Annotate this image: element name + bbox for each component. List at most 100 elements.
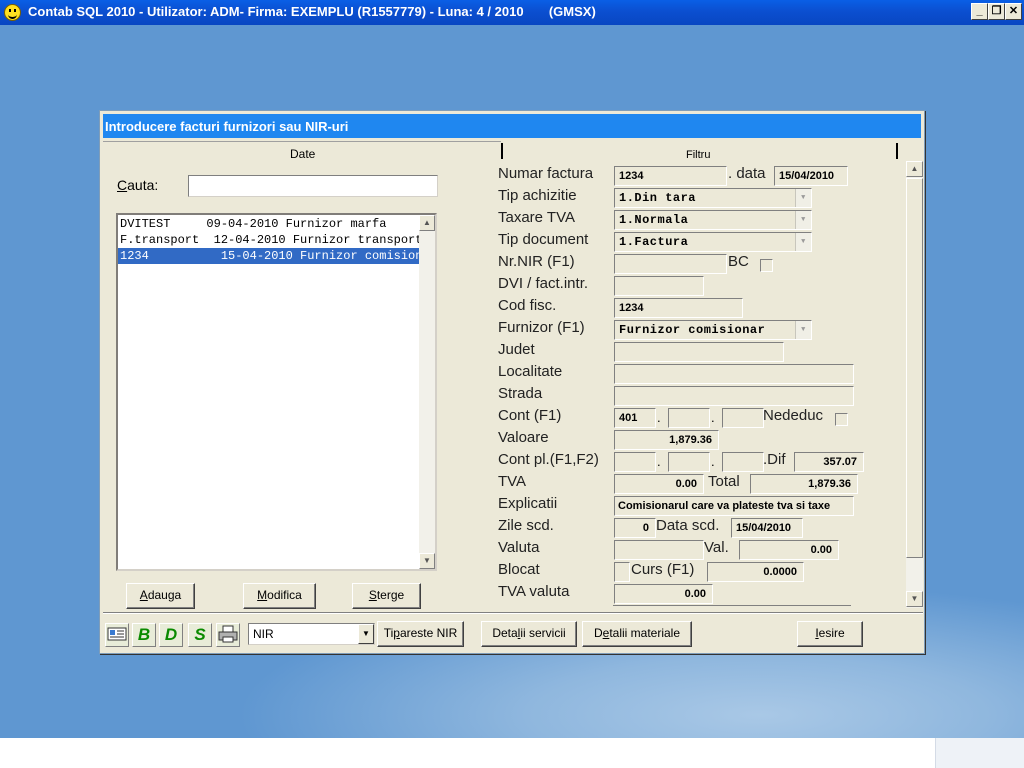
status-strip-panel [935, 738, 1024, 768]
scrollbar-thumb[interactable] [906, 178, 923, 558]
scroll-down-arrow-icon[interactable]: ▼ [906, 591, 923, 607]
account-field-1[interactable]: 401 [614, 408, 656, 428]
chevron-down-icon[interactable]: ▼ [795, 321, 811, 339]
currency-field[interactable] [614, 540, 704, 560]
search-label: Cauta: [117, 177, 159, 193]
scroll-down-arrow-icon[interactable]: ▼ [419, 553, 435, 569]
dvi-field[interactable] [614, 276, 704, 296]
account-separator: . [711, 410, 715, 425]
chevron-down-icon[interactable]: ▼ [795, 233, 811, 251]
add-button[interactable]: Adauga [126, 583, 195, 609]
delete-button[interactable]: Sterge [352, 583, 421, 609]
list-item-selected[interactable]: 1234 15-04-2010 Furnizor comisionar [118, 248, 420, 264]
search-input[interactable] [188, 175, 438, 197]
supplier-select[interactable]: Furnizor comisionar ▼ [614, 320, 812, 340]
locality-field[interactable] [614, 364, 854, 384]
street-label: Strada [498, 385, 543, 402]
printer-icon[interactable] [216, 623, 240, 647]
difference-label: .Dif [763, 451, 786, 468]
date-label: . data [728, 165, 766, 182]
report-type-select[interactable]: NIR ▼ [248, 623, 375, 645]
payment-account-field-3[interactable] [722, 452, 764, 472]
app-title-bar[interactable]: Contab SQL 2010 - Utilizator: ADM- Firma… [0, 0, 1024, 25]
vat-taxation-select[interactable]: 1.Normala ▼ [614, 210, 812, 230]
chevron-down-icon[interactable]: ▼ [795, 189, 811, 207]
nondeductible-checkbox[interactable] [835, 413, 848, 426]
invoice-date-field[interactable]: 15/04/2010 [774, 166, 848, 186]
chevron-down-icon[interactable]: ▼ [358, 624, 374, 644]
document-list[interactable]: DVITEST 09-04-2010 Furnizor marfa F.tran… [116, 213, 437, 571]
form-bottom-line [613, 605, 851, 606]
county-field[interactable] [614, 342, 784, 362]
difference-field[interactable]: 357.07 [794, 452, 864, 472]
invoice-number-field[interactable]: 1234 [614, 166, 727, 186]
street-field[interactable] [614, 386, 854, 406]
vat-label: TVA [498, 473, 527, 490]
total-field[interactable]: 1,879.36 [750, 474, 858, 494]
id-card-icon[interactable] [105, 623, 129, 647]
print-nir-button[interactable]: Tipareste NIR [377, 621, 464, 647]
nir-number-field[interactable] [614, 254, 727, 274]
material-details-button[interactable]: Detalii materiale [582, 621, 692, 647]
vat-currency-field[interactable]: 0.00 [614, 584, 713, 604]
invoice-number-label: Numar factura [498, 165, 594, 182]
list-scrollbar[interactable]: ▲ ▼ [419, 215, 435, 569]
value-label: Valoare [498, 429, 549, 446]
currency-value-field[interactable]: 0.00 [739, 540, 839, 560]
blocked-field[interactable] [614, 562, 630, 582]
restore-button[interactable]: ❐ [988, 3, 1005, 20]
vat-field[interactable]: 0.00 [614, 474, 704, 494]
dvi-label: DVI / fact.intr. [498, 275, 589, 292]
form-scrollbar[interactable]: ▲ ▼ [906, 161, 923, 608]
account-field-3[interactable] [722, 408, 764, 428]
minimize-button[interactable]: _ [971, 3, 988, 20]
s-letter-icon[interactable]: S [188, 623, 212, 647]
vat-currency-label: TVA valuta [498, 583, 570, 600]
status-strip [0, 738, 1024, 768]
currency-label: Valuta [498, 539, 540, 556]
list-item[interactable]: DVITEST 09-04-2010 Furnizor marfa [118, 216, 420, 232]
explanations-label: Explicatii [498, 495, 558, 512]
tab-filtru[interactable]: Filtru [686, 149, 710, 161]
account-separator: . [657, 410, 661, 425]
app-title: Contab SQL 2010 - Utilizator: ADM- Firma… [28, 4, 596, 19]
due-days-field[interactable]: 0 [614, 518, 656, 538]
close-button[interactable]: ✕ [1005, 3, 1022, 20]
due-date-label: Data scd. [656, 517, 720, 534]
explanations-field[interactable]: Comisionarul care va plateste tva si tax… [614, 496, 854, 516]
d-letter-icon[interactable]: D [159, 623, 183, 647]
bc-label: BC [728, 253, 749, 270]
list-item[interactable]: F.transport 12-04-2010 Furnizor transpor… [118, 232, 420, 248]
county-label: Judet [498, 341, 535, 358]
payment-account-label: Cont pl.(F1,F2) [498, 451, 599, 468]
supplier-label: Furnizor (F1) [498, 319, 585, 336]
value-field[interactable]: 1,879.36 [614, 430, 719, 450]
dialog-title-bar[interactable]: Introducere facturi furnizori sau NIR-ur… [103, 114, 921, 138]
service-details-button[interactable]: Detalii servicii [481, 621, 577, 647]
payment-account-field-2[interactable] [668, 452, 710, 472]
left-panel-divider [103, 141, 501, 142]
due-date-field[interactable]: 15/04/2010 [731, 518, 803, 538]
account-field-2[interactable] [668, 408, 710, 428]
exchange-rate-label: Curs (F1) [631, 561, 695, 578]
bc-checkbox[interactable] [760, 259, 773, 272]
chevron-down-icon[interactable]: ▼ [795, 211, 811, 229]
invoice-entry-dialog: Introducere facturi furnizori sau NIR-ur… [99, 110, 925, 654]
currency-value-label: Val. [704, 539, 729, 556]
exit-button[interactable]: Iesire [797, 621, 863, 647]
purchase-type-select[interactable]: 1.Din tara ▼ [614, 188, 812, 208]
tab-date[interactable]: Date [290, 147, 315, 161]
tax-code-field[interactable]: 1234 [614, 298, 743, 318]
modify-button[interactable]: Modifica [243, 583, 316, 609]
b-letter-icon[interactable]: B [132, 623, 156, 647]
scroll-up-arrow-icon[interactable]: ▲ [419, 215, 435, 231]
blocked-label: Blocat [498, 561, 540, 578]
payment-account-field-1[interactable] [614, 452, 656, 472]
scroll-up-arrow-icon[interactable]: ▲ [906, 161, 923, 177]
document-type-select[interactable]: 1.Factura ▼ [614, 232, 812, 252]
nondeductible-label: Nededuc [763, 407, 824, 424]
exchange-rate-field[interactable]: 0.0000 [707, 562, 804, 582]
total-label: Total [708, 473, 740, 490]
document-type-label: Tip document [498, 231, 589, 248]
smiley-app-icon[interactable] [4, 4, 21, 21]
